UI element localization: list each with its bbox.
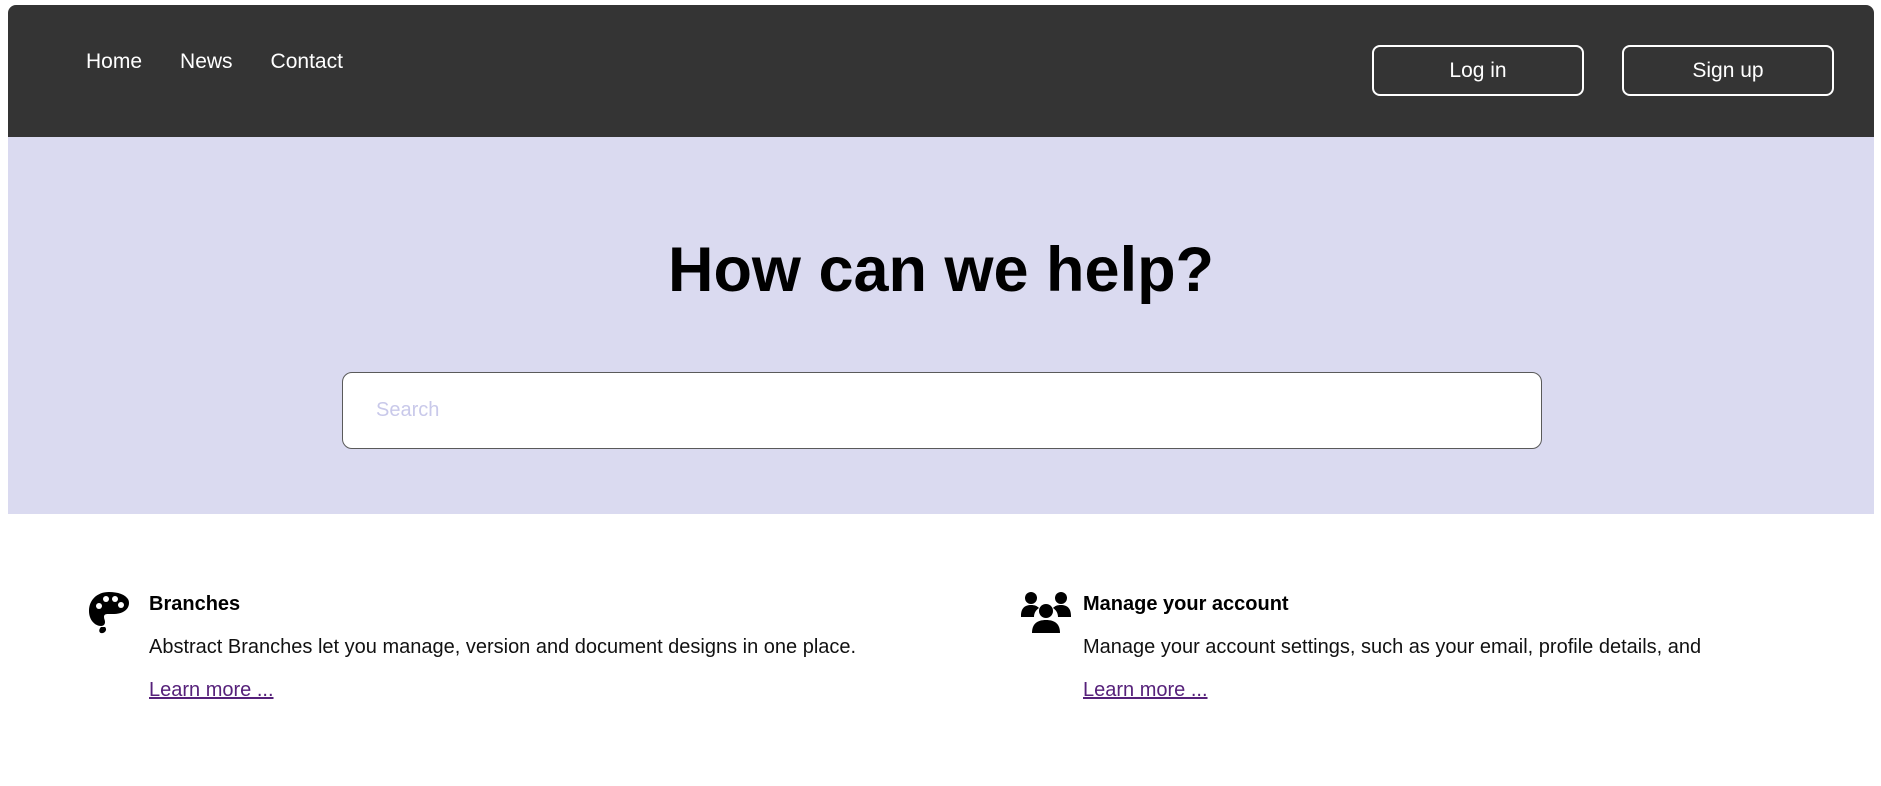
card-title: Manage your account (1083, 593, 1289, 615)
login-button[interactable]: Log in (1372, 45, 1584, 96)
card-body: Manage your account Manage your account … (1083, 592, 1701, 702)
card-title: Branches (149, 593, 241, 615)
auth-buttons: Log in Sign up (1372, 45, 1834, 96)
learn-more-link[interactable]: Learn more ... (1083, 678, 1208, 702)
search-input[interactable] (343, 373, 1541, 448)
search-box (342, 372, 1542, 449)
hero-section: How can we help? (8, 137, 1874, 514)
learn-more-link[interactable]: Learn more ... (149, 678, 274, 702)
users-icon (1021, 590, 1071, 634)
card-description: Abstract Branches let you manage, versio… (149, 636, 857, 658)
nav-link-contact[interactable]: Contact (271, 49, 343, 75)
main-nav: Home News Contact (86, 49, 343, 75)
nav-link-home[interactable]: Home (86, 49, 142, 75)
signup-button[interactable]: Sign up (1622, 45, 1834, 96)
card-body: Branches Abstract Branches let you manag… (149, 592, 856, 702)
nav-link-news[interactable]: News (180, 49, 233, 75)
palette-icon (87, 590, 131, 634)
card-description: Manage your account settings, such as yo… (1083, 636, 1702, 658)
hero-title: How can we help? (667, 235, 1215, 305)
top-navbar: Home News Contact Log in Sign up (8, 5, 1874, 137)
page: Home News Contact Log in Sign up How can… (0, 0, 1881, 786)
